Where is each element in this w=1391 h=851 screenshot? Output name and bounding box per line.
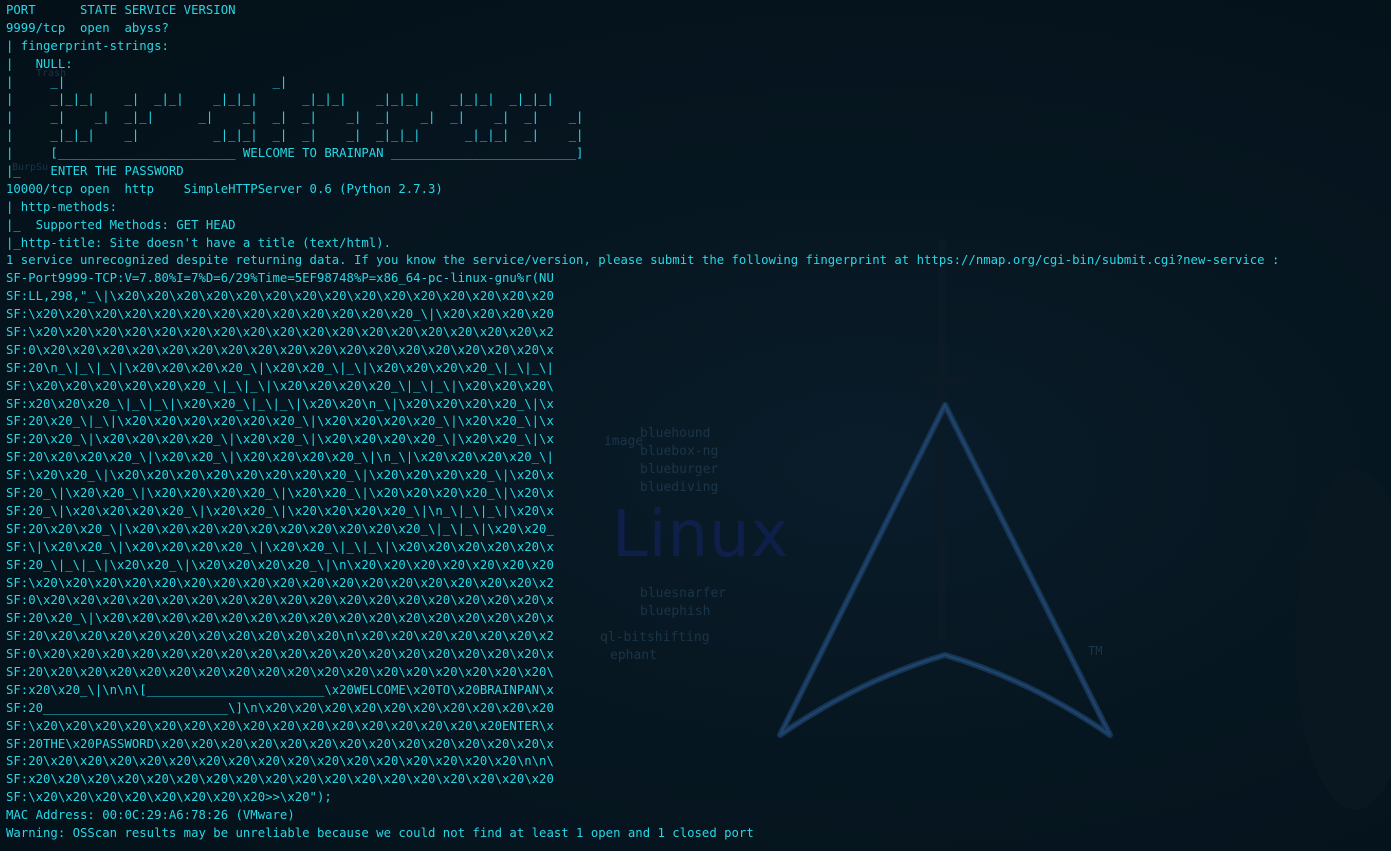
terminal-line: | _|_|_| _| _|_|_| _| _| _| _|_|_| _|_|_… — [6, 128, 584, 143]
terminal-line: PORT STATE SERVICE VERSION — [6, 3, 236, 17]
terminal-line: SF:20_\|\x20\x20\x20\x20_\|\x20\x20_\|\x… — [6, 503, 554, 518]
terminal-line: | NULL: — [6, 56, 73, 71]
terminal-line: SF:20\x20_\|_\|\x20\x20\x20\x20\x20\x20_… — [6, 414, 554, 429]
terminal-line: SF:20\x20\x20\x20\x20\x20\x20\x20\x20\x2… — [6, 664, 554, 679]
terminal-output[interactable]: PORT STATE SERVICE VERSION 9999/tcp open … — [6, 2, 1279, 843]
terminal-line: SF:x20\x20\x20\x20\x20\x20\x20\x20\x20\x… — [6, 772, 554, 787]
terminal-line: SF:20_\|\x20\x20_\|\x20\x20\x20\x20_\|\x… — [6, 486, 554, 501]
terminal-line: SF:20_________________________\]\n\x20\x… — [6, 700, 554, 715]
terminal-line: SF:20\x20_\|\x20\x20\x20\x20_\|\x20\x20_… — [6, 432, 554, 447]
terminal-line: |_http-title: Site doesn't have a title … — [6, 235, 391, 250]
terminal-line: | _| _| — [6, 74, 288, 89]
terminal-line: SF:\x20\x20\x20\x20\x20\x20\x20\x20\x20\… — [6, 718, 554, 733]
terminal-line: 10000/tcp open http SimpleHTTPServer 0.6… — [6, 181, 443, 196]
terminal-line: SF:x20\x20_\|\n\n\[_____________________… — [6, 682, 554, 697]
terminal-line: SF:\|\x20\x20_\|\x20\x20\x20\x20_\|\x20\… — [6, 539, 554, 554]
terminal-line: SF:20\n_\|_\|_\|\x20\x20\x20\x20_\|\x20\… — [6, 360, 554, 375]
terminal-line: SF:0\x20\x20\x20\x20\x20\x20\x20\x20\x20… — [6, 593, 554, 608]
terminal-line: | http-methods: — [6, 199, 118, 214]
terminal-line: SF:20\x20\x20_\|\x20\x20\x20\x20\x20\x20… — [6, 521, 554, 536]
terminal-line: SF-Port9999-TCP:V=7.80%I=7%D=6/29%Time=5… — [6, 271, 554, 286]
terminal-line: 9999/tcp open abyss? — [6, 20, 169, 35]
terminal-line: MAC Address: 00:0C:29:A6:78:26 (VMware) — [6, 808, 295, 823]
terminal-line: SF:0\x20\x20\x20\x20\x20\x20\x20\x20\x20… — [6, 342, 554, 357]
terminal-line: SF:0\x20\x20\x20\x20\x20\x20\x20\x20\x20… — [6, 647, 554, 662]
terminal-line: | [________________________ WELCOME TO B… — [6, 146, 584, 161]
terminal-line: SF:\x20\x20\x20\x20\x20\x20\x20\x20\x20\… — [6, 307, 554, 322]
terminal-window[interactable]: Trash BurpSu Linux TM bluehound bluebox-… — [0, 0, 1391, 851]
terminal-line: SF:20_\|_\|_\|\x20\x20_\|\x20\x20\x20\x2… — [6, 557, 554, 572]
terminal-line: Warning: OSScan results may be unreliabl… — [6, 825, 754, 840]
terminal-line: SF:\x20\x20\x20\x20\x20\x20\x20\x20\x20\… — [6, 325, 554, 340]
terminal-line: 1 service unrecognized despite returning… — [6, 253, 1280, 268]
terminal-line: SF:20\x20_\|\x20\x20\x20\x20\x20\x20\x20… — [6, 611, 554, 626]
terminal-line: SF:20THE\x20PASSWORD\x20\x20\x20\x20\x20… — [6, 736, 554, 751]
terminal-line: | fingerprint-strings: — [6, 38, 169, 53]
terminal-line: SF:20\x20\x20\x20\x20\x20\x20\x20\x20\x2… — [6, 629, 554, 644]
terminal-line: SF:\x20\x20\x20\x20\x20\x20\x20\x20\x20\… — [6, 575, 554, 590]
terminal-line: | _| _| _|_| _| _| _| _| _| _| _| _| _| … — [6, 110, 584, 125]
terminal-line: SF:20\x20\x20\x20\x20\x20\x20\x20\x20\x2… — [6, 754, 554, 769]
terminal-line: SF:\x20\x20\x20\x20\x20\x20_\|_\|_\|\x20… — [6, 378, 554, 393]
terminal-line: SF:LL,298,"_\|\x20\x20\x20\x20\x20\x20\x… — [6, 289, 554, 304]
terminal-line: |_ ENTER THE PASSWORD — [6, 164, 184, 179]
terminal-line: SF:\x20\x20\x20\x20\x20\x20\x20\x20>>\x2… — [6, 790, 332, 805]
terminal-line: SF:x20\x20\x20_\|_\|_\|\x20\x20_\|_\|_\|… — [6, 396, 554, 411]
terminal-line: SF:\x20\x20_\|\x20\x20\x20\x20\x20\x20\x… — [6, 468, 554, 483]
terminal-line: |_ Supported Methods: GET HEAD — [6, 217, 236, 232]
terminal-line: | _|_|_| _| _|_| _|_|_| _|_|_| _|_|_| _|… — [6, 92, 554, 107]
terminal-line: SF:20\x20\x20\x20_\|\x20\x20_\|\x20\x20\… — [6, 450, 554, 465]
